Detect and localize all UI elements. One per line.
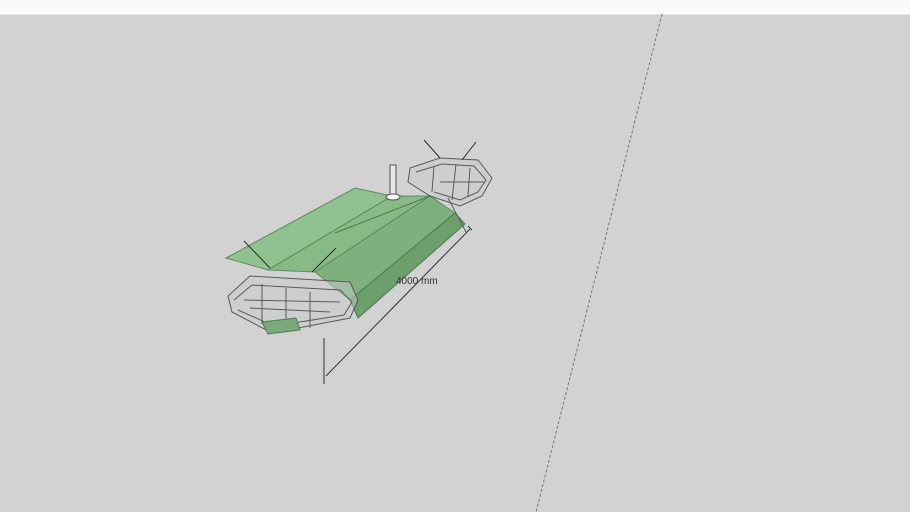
vertical-post bbox=[385, 164, 401, 201]
model-scene[interactable]: 4000 mm bbox=[0, 0, 910, 512]
dimension-label: 4000 mm bbox=[396, 276, 438, 287]
section-plane-line bbox=[535, 13, 663, 512]
front-frame bbox=[227, 275, 359, 335]
